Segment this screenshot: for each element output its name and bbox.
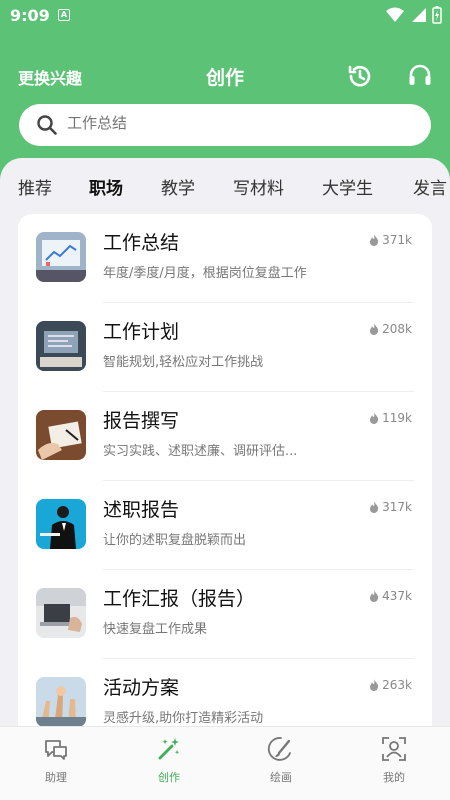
- job-report-thumbnail: [36, 499, 86, 549]
- nav-paint[interactable]: 绘画: [241, 735, 321, 785]
- nav-label: 创作: [158, 771, 180, 784]
- work-plan-thumbnail: [36, 321, 86, 371]
- search-bar[interactable]: [19, 104, 431, 146]
- tab-college-student[interactable]: 大学生: [322, 174, 373, 199]
- flame-icon: [370, 412, 379, 424]
- notification-badge: A: [58, 9, 70, 21]
- list-item[interactable]: 工作总结 年度/季度/月度，根据岗位复盘工作 371k: [18, 214, 432, 303]
- item-title: 工作总结: [103, 232, 180, 254]
- usage-count: 119k: [369, 411, 412, 425]
- content-panel: 推荐 职场 教学 写材料 大学生 发言 工作总结 年度/季度/月度，根据岗位复盘…: [0, 158, 450, 728]
- usage-count: 371k: [369, 233, 412, 247]
- nav-label: 绘画: [270, 771, 292, 784]
- work-summary-thumbnail: [36, 232, 86, 282]
- flame-icon: [370, 679, 379, 691]
- bottom-navigation: 助理 创作 绘画 我的: [0, 726, 450, 800]
- page-title: 创作: [205, 67, 244, 89]
- search-input[interactable]: [67, 115, 367, 132]
- item-description: 智能规划,轻松应对工作挑战: [103, 355, 264, 370]
- flame-icon: [370, 590, 379, 602]
- item-title: 工作汇报（报告）: [103, 588, 256, 610]
- usage-count: 263k: [369, 678, 412, 692]
- search-icon: [37, 115, 57, 135]
- list-item[interactable]: 工作汇报（报告） 快速复盘工作成果 437k: [18, 570, 432, 659]
- signal-icon: [412, 8, 426, 22]
- flame-icon: [370, 501, 379, 513]
- tab-teaching[interactable]: 教学: [161, 174, 195, 199]
- report-writing-thumbnail: [36, 410, 86, 460]
- status-bar: 9:09 A: [0, 0, 450, 30]
- list-item[interactable]: 活动方案 灵感升级,助你打造精彩活动 263k: [18, 659, 432, 728]
- profile-icon: [382, 737, 406, 761]
- nav-profile[interactable]: 我的: [354, 735, 434, 785]
- item-description: 年度/季度/月度，根据岗位复盘工作: [103, 266, 307, 281]
- work-report-thumbnail: [36, 588, 86, 638]
- usage-count-value: 208k: [382, 322, 412, 336]
- magic-wand-icon: [158, 738, 180, 760]
- usage-count: 317k: [369, 500, 412, 514]
- history-icon[interactable]: [346, 62, 374, 90]
- chat-icon: [45, 740, 67, 760]
- nav-label: 助理: [45, 771, 67, 784]
- usage-count-value: 317k: [382, 500, 412, 514]
- item-description: 实习实践、述职述廉、调研评估...: [103, 444, 298, 459]
- nav-create[interactable]: 创作: [129, 735, 209, 785]
- paint-icon: [267, 737, 291, 761]
- item-title: 报告撰写: [103, 410, 180, 432]
- tab-recommend[interactable]: 推荐: [18, 174, 52, 199]
- flame-icon: [370, 234, 379, 246]
- item-title: 述职报告: [103, 499, 180, 521]
- usage-count-value: 371k: [382, 233, 412, 247]
- usage-count-value: 437k: [382, 589, 412, 603]
- flame-icon: [370, 323, 379, 335]
- usage-count-value: 263k: [382, 678, 412, 692]
- status-time: 9:09: [10, 6, 50, 25]
- tab-writing-materials[interactable]: 写材料: [233, 174, 284, 199]
- item-description: 灵感升级,助你打造精彩活动: [103, 711, 264, 726]
- item-title: 工作计划: [103, 321, 180, 343]
- usage-count: 437k: [369, 589, 412, 603]
- nav-assistant[interactable]: 助理: [16, 735, 96, 785]
- usage-count: 208k: [369, 322, 412, 336]
- list-item[interactable]: 述职报告 让你的述职复盘脱颖而出 317k: [18, 481, 432, 570]
- list-item[interactable]: 报告撰写 实习实践、述职述廉、调研评估... 119k: [18, 392, 432, 481]
- category-tabs: 推荐 职场 教学 写材料 大学生 发言: [0, 174, 450, 222]
- usage-count-value: 119k: [382, 411, 412, 425]
- battery-icon: [432, 6, 442, 24]
- status-icons: [386, 6, 442, 24]
- item-description: 快速复盘工作成果: [103, 622, 208, 637]
- tab-workplace[interactable]: 职场: [89, 174, 123, 199]
- nav-label: 我的: [383, 771, 405, 784]
- event-plan-thumbnail: [36, 677, 86, 727]
- app-header: 更换兴趣 创作: [0, 55, 450, 95]
- headset-icon[interactable]: [406, 62, 434, 90]
- template-list: 工作总结 年度/季度/月度，根据岗位复盘工作 371k 工作计划 智能规划,轻松…: [18, 214, 432, 728]
- item-title: 活动方案: [103, 677, 180, 699]
- wifi-icon: [386, 7, 404, 22]
- item-description: 让你的述职复盘脱颖而出: [103, 533, 247, 548]
- tab-speech[interactable]: 发言: [413, 174, 447, 199]
- list-item[interactable]: 工作计划 智能规划,轻松应对工作挑战 208k: [18, 303, 432, 392]
